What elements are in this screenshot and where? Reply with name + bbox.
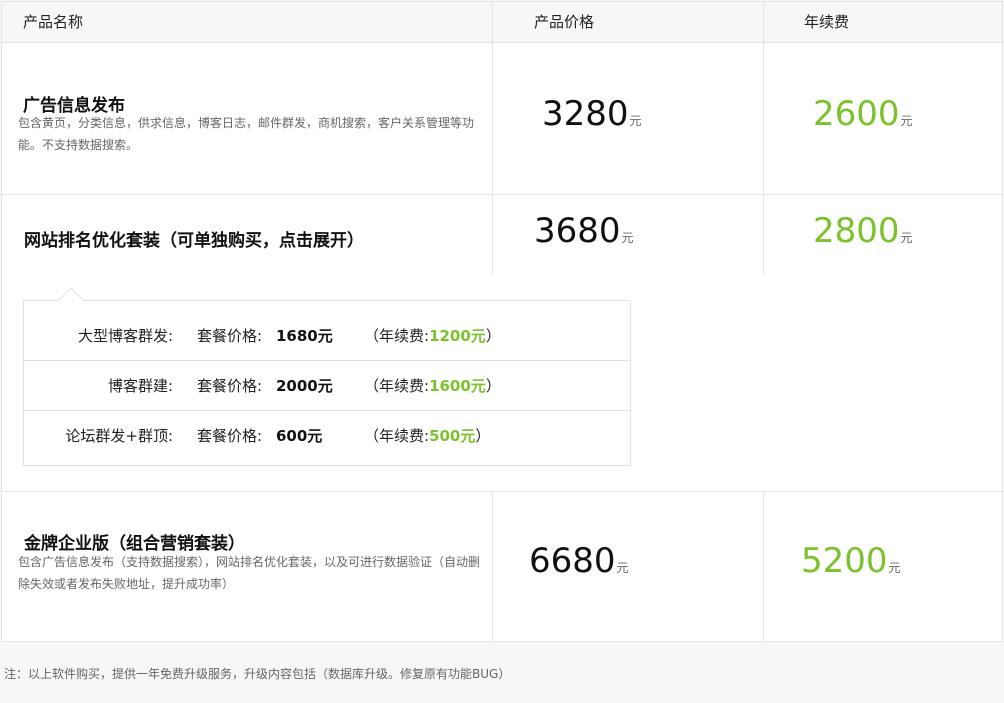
product-row-ad-info: 广告信息发布 包含黄页，分类信息，供求信息，博客日志，邮件群发，商机搜索，客户关… (2, 43, 1002, 195)
package-row-blog-build: 博客群建: 套餐价格: 2000元 （年续费:1600元） (24, 361, 630, 411)
product-row-gold-enterprise: 金牌企业版（组合营销套装） 包含广告信息发布（支持数据搜索），网站排名优化套装，… (2, 492, 1002, 642)
product-renewal-value: 2600 (813, 94, 900, 134)
package-renewal: （年续费:1200元） (364, 327, 501, 345)
package-renewal: （年续费:500元） (364, 427, 491, 445)
product-name-header: 产品名称 (23, 13, 84, 31)
product-row-seo-suite[interactable]: 网站排名优化套装（可单独购买，点击展开） 3680元 2800元 (2, 195, 1002, 275)
row-divider-renew (763, 43, 764, 194)
footer-note: 注：以上软件购买，提供一年免费升级服务，升级内容包括（数据库升级。修复原有功能B… (4, 667, 511, 681)
pricing-page: 产品名称 产品价格 年续费 广告信息发布 包含黄页，分类信息，供求信息，博客日志… (0, 0, 1004, 703)
row-divider-price (492, 195, 493, 274)
pricing-table: 产品名称 产品价格 年续费 广告信息发布 包含黄页，分类信息，供求信息，博客日志… (1, 1, 1003, 642)
annual-fee-header: 年续费 (804, 13, 850, 31)
row-divider-renew (763, 492, 764, 641)
product-price-value: 6680 (529, 541, 616, 581)
package-price-label: 套餐价格: (197, 377, 263, 395)
row-divider-price (492, 43, 493, 194)
package-price-label: 套餐价格: (197, 427, 263, 445)
row-divider-renew (763, 195, 764, 274)
product-price-unit: 元 (621, 231, 634, 245)
row-divider-price (492, 492, 493, 641)
header-divider-renew (763, 2, 764, 42)
product-renewal-price: 2600元 (813, 94, 913, 134)
package-price-label: 套餐价格: (197, 327, 263, 345)
product-description: 包含广告信息发布（支持数据搜索），网站排名优化套装，以及可进行数据验证（自动删除… (18, 555, 481, 591)
product-price-unit: 元 (629, 114, 642, 128)
package-row-large-blog: 大型博客群发: 套餐价格: 1680元 （年续费:1200元） (24, 311, 630, 361)
package-list: 大型博客群发: 套餐价格: 1680元 （年续费:1200元） 博客群建: 套餐… (23, 287, 631, 466)
package-name: 论坛群发+群顶: (65, 427, 173, 445)
product-price-value: 3680 (534, 211, 621, 251)
product-price: 6680元 (529, 541, 629, 581)
package-price: 2000元 (276, 377, 333, 395)
package-price: 1680元 (276, 327, 333, 345)
package-row-forum: 论坛群发+群顶: 套餐价格: 600元 （年续费:500元） (24, 411, 630, 461)
package-name: 大型博客群发: (77, 327, 173, 345)
product-price-header: 产品价格 (534, 13, 595, 31)
product-price-value: 3280 (542, 94, 629, 134)
seo-package-expanded-area: 大型博客群发: 套餐价格: 1680元 （年续费:1200元） 博客群建: 套餐… (2, 274, 1002, 492)
product-renewal-price: 2800元 (813, 211, 913, 251)
package-name: 博客群建: (107, 377, 173, 395)
header-divider-price (492, 2, 493, 42)
product-renewal-unit: 元 (900, 114, 913, 128)
product-price-unit: 元 (616, 561, 629, 575)
product-renewal-unit: 元 (900, 231, 913, 245)
product-renewal-value: 5200 (801, 541, 888, 581)
product-renewal-unit: 元 (888, 561, 901, 575)
product-price: 3680元 (534, 211, 634, 251)
product-description: 包含黄页，分类信息，供求信息，博客日志，邮件群发，商机搜索，客户关系管理等功能。… (18, 116, 475, 152)
package-price: 600元 (276, 427, 323, 445)
product-renewal-price: 5200元 (801, 541, 901, 581)
package-renewal: （年续费:1600元） (364, 377, 501, 395)
table-header: 产品名称 产品价格 年续费 (2, 2, 1002, 43)
product-renewal-value: 2800 (813, 211, 900, 251)
popover-notch (58, 287, 84, 313)
seo-suite-expand-link[interactable]: 网站排名优化套装（可单独购买，点击展开） (24, 226, 364, 251)
product-price: 3280元 (542, 94, 642, 134)
